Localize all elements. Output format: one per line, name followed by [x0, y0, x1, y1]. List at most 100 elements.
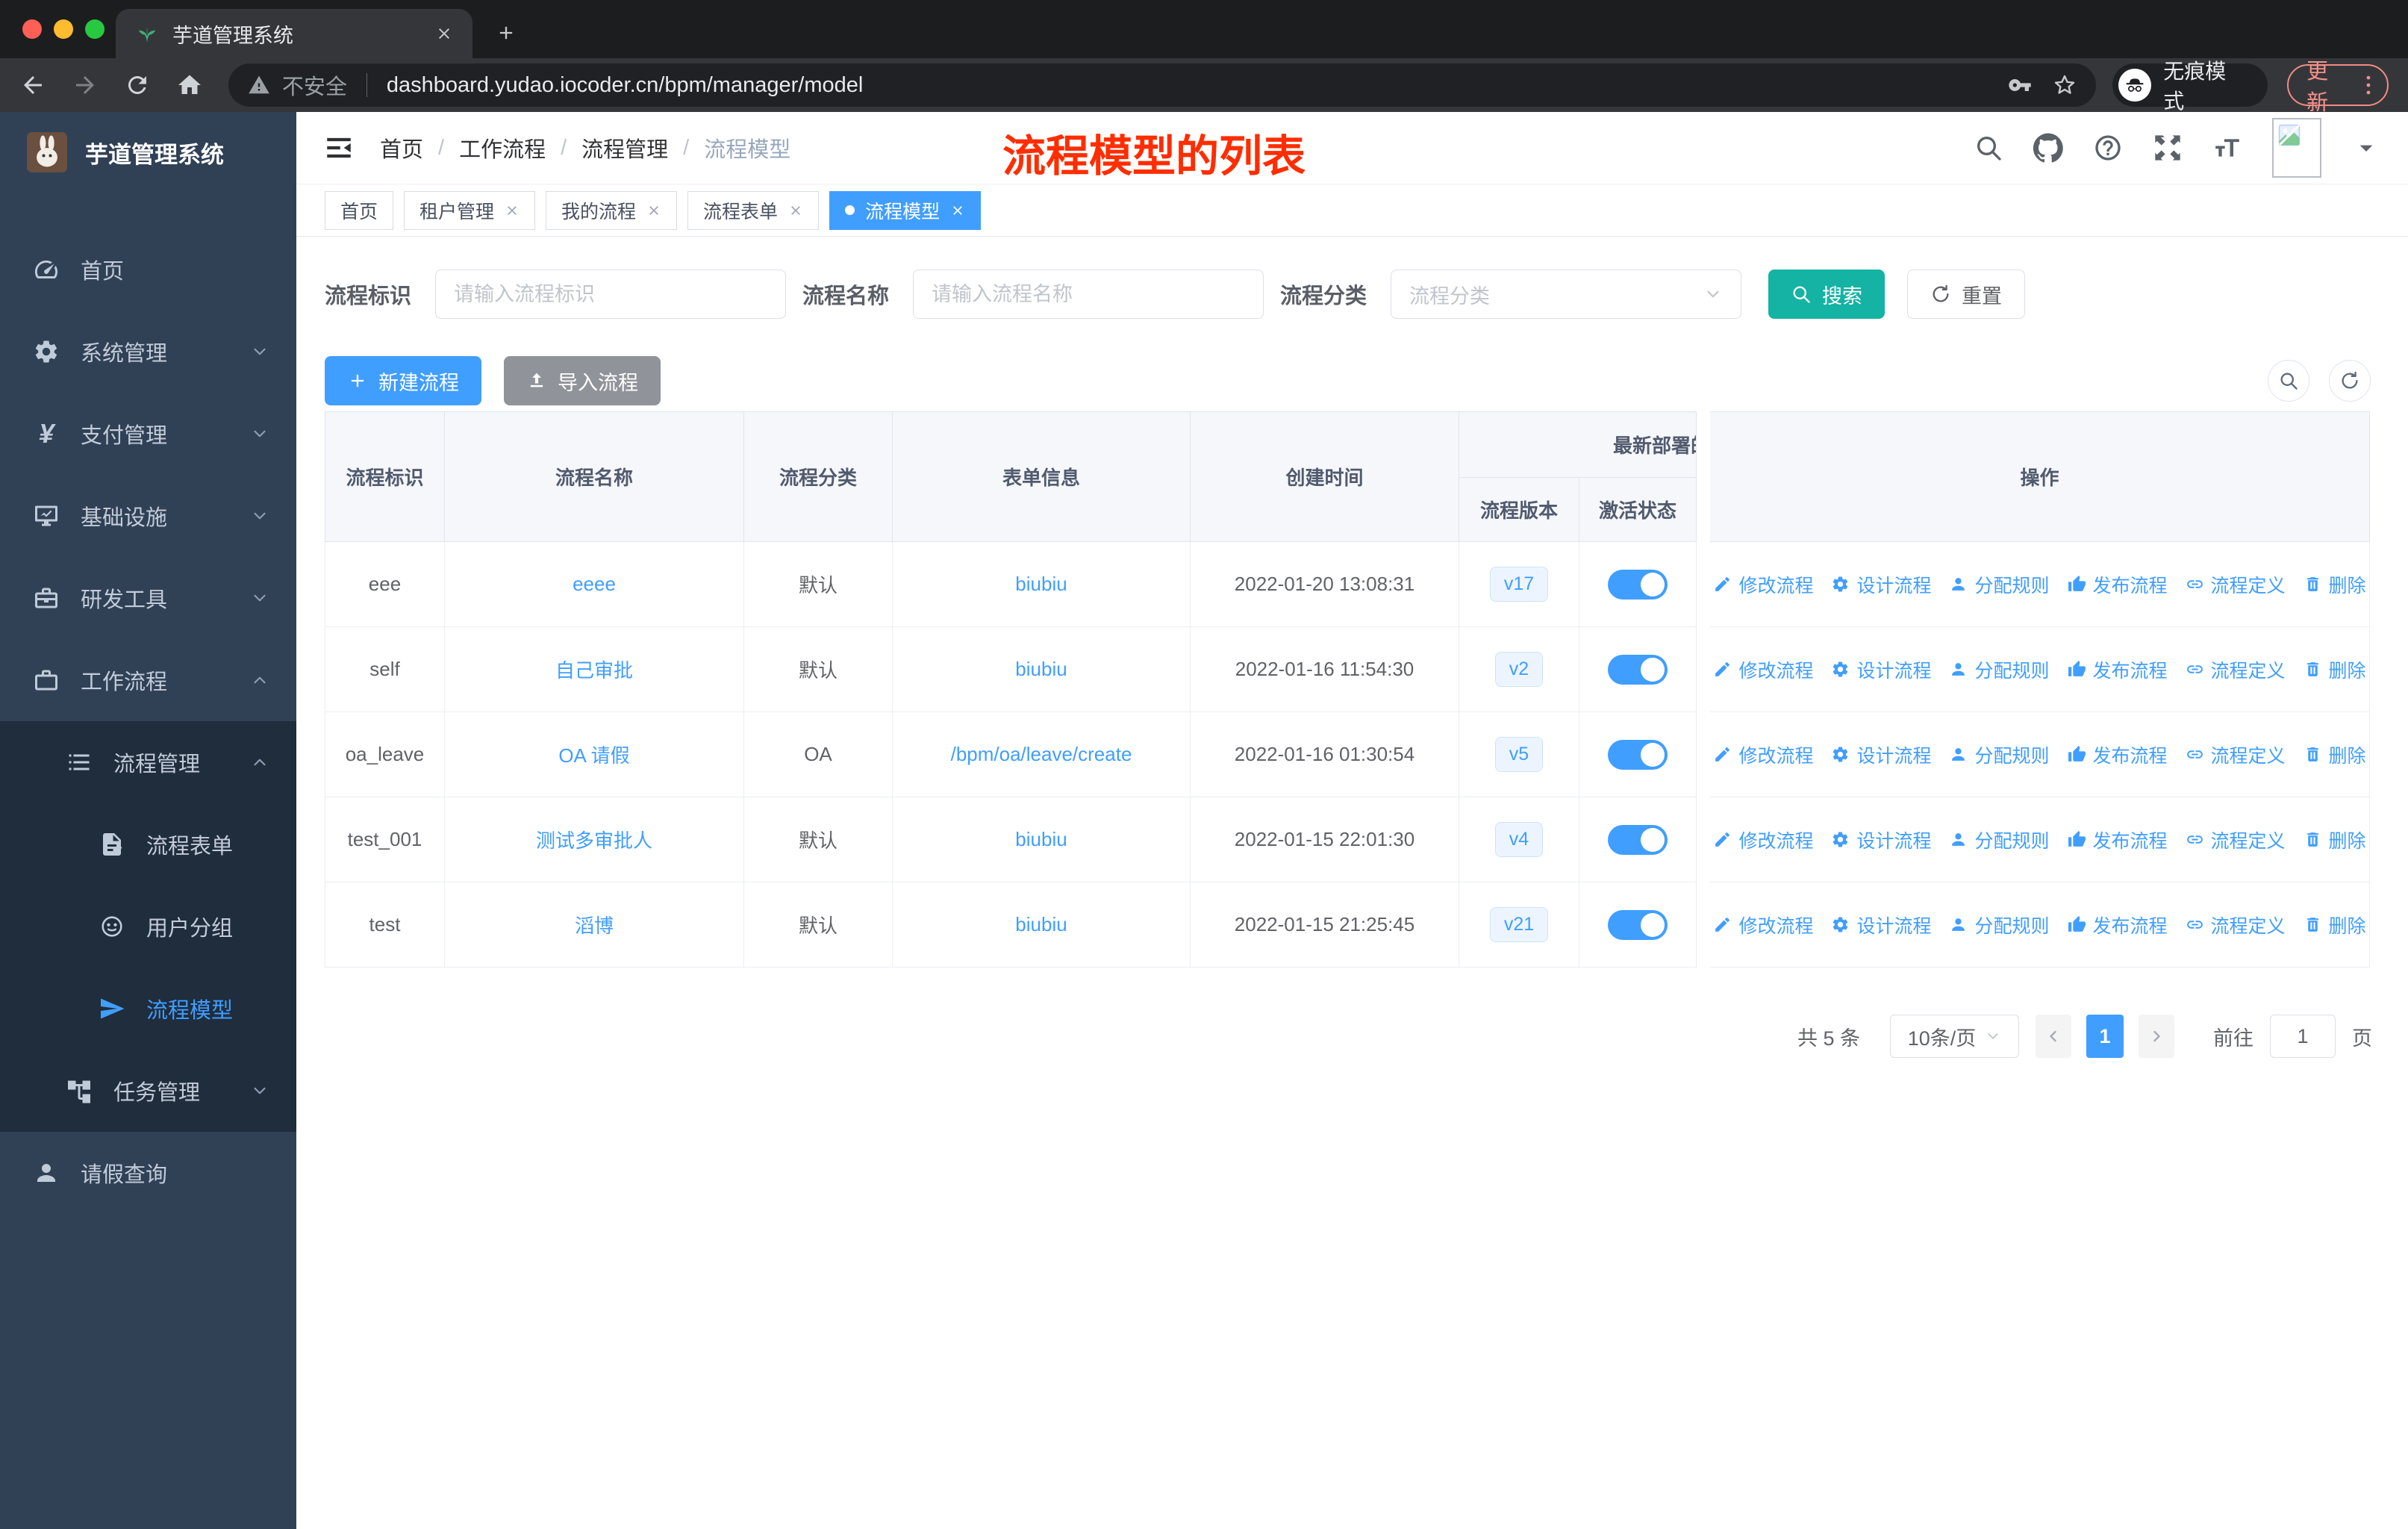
- model-name-link[interactable]: 滔博: [575, 911, 614, 938]
- new-tab-button[interactable]: [490, 16, 523, 49]
- sidebar-item-6[interactable]: 流程管理: [0, 721, 296, 803]
- sidebar-item-3[interactable]: 基础设施: [0, 475, 296, 557]
- action-edit-link[interactable]: 修改流程: [1713, 912, 1813, 938]
- import-model-button[interactable]: 导入流程: [504, 356, 661, 405]
- tag-1[interactable]: 租户管理: [404, 190, 536, 230]
- action-link-link[interactable]: 流程定义: [2186, 912, 2286, 938]
- create-model-button[interactable]: 新建流程: [325, 356, 481, 405]
- status-toggle[interactable]: [1608, 824, 1668, 855]
- action-person-link[interactable]: 分配规则: [1949, 741, 2050, 768]
- filter-name-input[interactable]: [913, 270, 1264, 319]
- close-icon[interactable]: [646, 203, 661, 218]
- model-name-link[interactable]: 测试多审批人: [536, 826, 652, 853]
- status-toggle[interactable]: [1608, 654, 1668, 685]
- action-trash-link[interactable]: 删除: [2303, 656, 2366, 683]
- action-trash-link[interactable]: 删除: [2303, 571, 2366, 598]
- prev-page-button[interactable]: [2036, 1015, 2071, 1058]
- action-gear-link[interactable]: 设计流程: [1831, 912, 1931, 938]
- tag-2[interactable]: 我的流程: [546, 190, 678, 230]
- action-link-link[interactable]: 流程定义: [2186, 741, 2286, 768]
- action-trash-link[interactable]: 删除: [2303, 741, 2366, 768]
- tag-0[interactable]: 首页: [325, 190, 394, 230]
- refresh-table-button[interactable]: [2329, 360, 2371, 402]
- home-icon[interactable]: [176, 72, 203, 99]
- close-icon[interactable]: [950, 203, 965, 218]
- url-bar[interactable]: 不安全 dashboard.yudao.iocoder.cn/bpm/manag…: [228, 63, 2097, 107]
- goto-page-input[interactable]: 1: [2270, 1015, 2336, 1058]
- sidebar-item-9[interactable]: 流程模型: [0, 968, 296, 1050]
- sidebar-item-11[interactable]: 请假查询: [0, 1132, 296, 1214]
- back-icon[interactable]: [19, 72, 46, 99]
- action-thumb-link[interactable]: 发布流程: [2068, 741, 2168, 768]
- action-gear-link[interactable]: 设计流程: [1831, 571, 1931, 598]
- tag-4[interactable]: 流程模型: [829, 190, 982, 230]
- browser-tab[interactable]: 芋道管理系统: [116, 9, 472, 58]
- search-icon[interactable]: [1974, 133, 2003, 163]
- sidebar-item-8[interactable]: 用户分组: [0, 885, 296, 968]
- sidebar-item-0[interactable]: 首页: [0, 228, 296, 311]
- github-icon[interactable]: [2033, 133, 2063, 163]
- next-page-button[interactable]: [2139, 1015, 2174, 1058]
- breadcrumb-item[interactable]: 首页: [380, 132, 423, 164]
- action-edit-link[interactable]: 修改流程: [1713, 741, 1813, 768]
- action-trash-link[interactable]: 删除: [2303, 912, 2366, 938]
- action-thumb-link[interactable]: 发布流程: [2068, 656, 2168, 683]
- tag-3[interactable]: 流程表单: [687, 190, 820, 230]
- breadcrumb-item[interactable]: 工作流程: [459, 132, 546, 164]
- action-person-link[interactable]: 分配规则: [1949, 571, 2050, 598]
- breadcrumb-item[interactable]: 流程管理: [581, 132, 668, 164]
- page-size-select[interactable]: 10条/页: [1890, 1015, 2019, 1058]
- current-page[interactable]: 1: [2086, 1015, 2124, 1058]
- action-edit-link[interactable]: 修改流程: [1713, 826, 1813, 853]
- action-thumb-link[interactable]: 发布流程: [2068, 912, 2168, 938]
- action-link-link[interactable]: 流程定义: [2186, 656, 2286, 683]
- tab-close-icon[interactable]: [435, 25, 453, 43]
- avatar[interactable]: [2272, 118, 2321, 178]
- help-icon[interactable]: [2093, 133, 2123, 163]
- toggle-search-button[interactable]: [2268, 360, 2309, 402]
- action-edit-link[interactable]: 修改流程: [1713, 656, 1813, 683]
- form-link[interactable]: /bpm/oa/leave/create: [951, 743, 1132, 766]
- status-toggle[interactable]: [1608, 569, 1668, 600]
- password-key-icon[interactable]: [2008, 73, 2032, 97]
- model-name-link[interactable]: 自己审批: [555, 655, 633, 683]
- sidebar-item-1[interactable]: 系统管理: [0, 311, 296, 393]
- traffic-light-close[interactable]: [22, 19, 42, 39]
- update-button[interactable]: 更新: [2287, 60, 2389, 115]
- browser-menu-icon[interactable]: [2356, 72, 2381, 98]
- sidebar-item-7[interactable]: 流程表单: [0, 803, 296, 885]
- close-icon[interactable]: [505, 203, 520, 218]
- action-link-link[interactable]: 流程定义: [2186, 571, 2286, 598]
- status-toggle[interactable]: [1608, 739, 1668, 770]
- sidebar-item-4[interactable]: 研发工具: [0, 557, 296, 639]
- form-link[interactable]: biubiu: [1015, 573, 1067, 596]
- font-size-icon[interactable]: [2212, 133, 2242, 163]
- filter-category-select[interactable]: 流程分类: [1391, 270, 1742, 319]
- status-toggle[interactable]: [1608, 909, 1668, 940]
- sidebar-item-5[interactable]: 工作流程: [0, 639, 296, 721]
- breadcrumb-item[interactable]: 流程模型: [704, 132, 790, 164]
- action-gear-link[interactable]: 设计流程: [1831, 741, 1931, 768]
- action-gear-link[interactable]: 设计流程: [1831, 826, 1931, 853]
- form-link[interactable]: biubiu: [1015, 828, 1067, 851]
- close-icon[interactable]: [788, 203, 803, 218]
- traffic-light-minimize[interactable]: [54, 19, 73, 39]
- action-link-link[interactable]: 流程定义: [2186, 826, 2286, 853]
- forward-icon[interactable]: [72, 72, 99, 99]
- action-edit-link[interactable]: 修改流程: [1713, 571, 1813, 598]
- reset-button[interactable]: 重置: [1907, 270, 2026, 319]
- model-name-link[interactable]: OA 请假: [558, 741, 629, 768]
- action-person-link[interactable]: 分配规则: [1949, 912, 2050, 938]
- action-thumb-link[interactable]: 发布流程: [2068, 826, 2168, 853]
- reload-icon[interactable]: [124, 72, 151, 99]
- bookmark-star-icon[interactable]: [2053, 73, 2077, 97]
- model-name-link[interactable]: eeee: [573, 573, 616, 596]
- sidebar-item-10[interactable]: 任务管理: [0, 1050, 296, 1132]
- action-person-link[interactable]: 分配规则: [1949, 656, 2050, 683]
- fullscreen-icon[interactable]: [2153, 133, 2183, 163]
- form-link[interactable]: biubiu: [1015, 658, 1067, 681]
- action-thumb-link[interactable]: 发布流程: [2068, 571, 2168, 598]
- traffic-light-zoom[interactable]: [85, 19, 105, 39]
- caret-down-icon[interactable]: [2351, 133, 2381, 163]
- action-gear-link[interactable]: 设计流程: [1831, 656, 1931, 683]
